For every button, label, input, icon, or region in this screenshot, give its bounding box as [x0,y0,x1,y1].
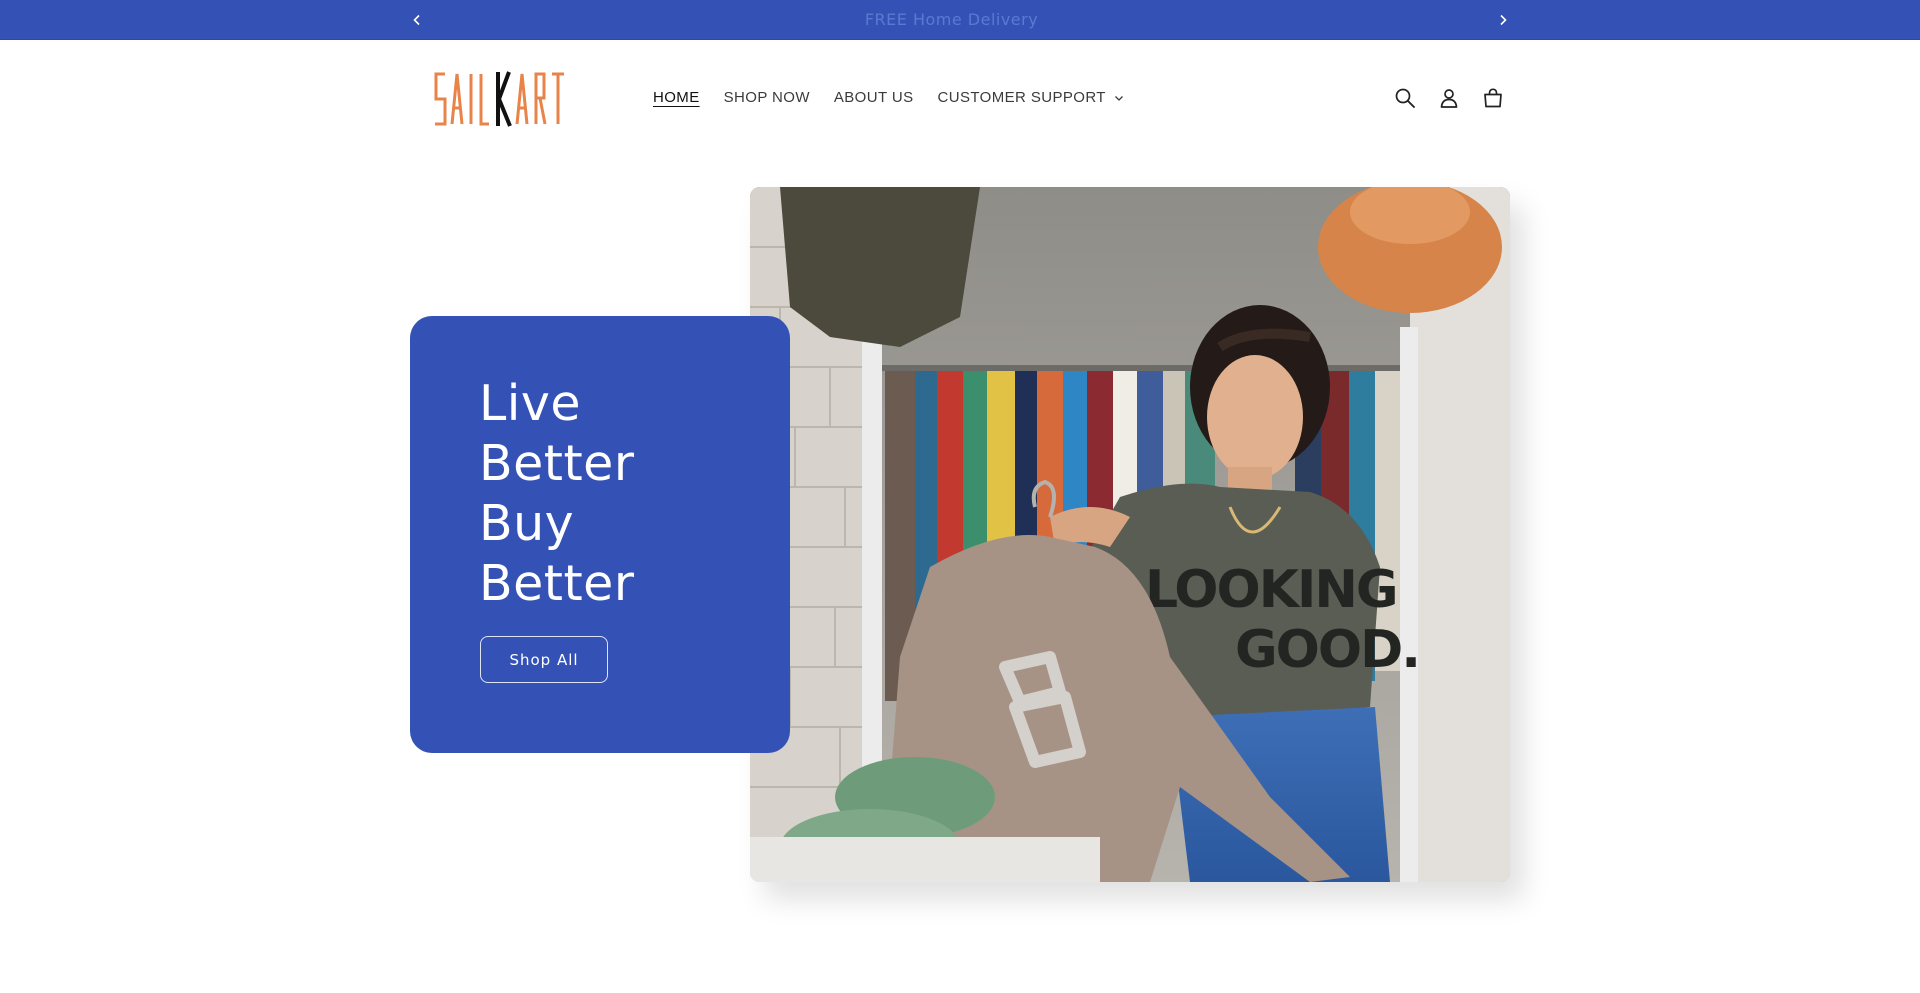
header-icons [1387,80,1519,116]
nav-item-shop-now[interactable]: SHOP NOW [712,86,822,110]
search-button[interactable] [1387,80,1423,116]
hero-title-line: Buy [479,495,575,552]
nav-item-customer-support[interactable]: CUSTOMER SUPPORT [925,86,1135,110]
shop-all-button[interactable]: Shop All [480,636,608,683]
hero-title-line: Better [479,555,635,612]
cart-button[interactable] [1475,80,1511,116]
hero-photo: LOOKING GOOD. [750,187,1510,882]
nav-item-label: ABOUT US [833,89,914,106]
chevron-down-icon [1114,96,1123,101]
hero-card: Live Better Buy Better Shop All [410,316,790,753]
nav-item-label: SHOP NOW [723,89,810,106]
shirt-text-line2: GOOD. [1235,620,1419,680]
chevron-right-icon [1500,14,1507,26]
main-nav: HOME SHOP NOW ABOUT US CUSTOMER SUPPORT [641,86,1136,110]
announcement-message: FREE Home Delivery [864,10,1039,29]
hero-title: Live Better Buy Better [479,374,769,614]
nav-item-label: HOME [653,89,700,106]
shirt-text-line1: LOOKING [1145,560,1397,620]
hero-image: LOOKING GOOD. [750,187,1510,882]
announcement-bar: FREE Home Delivery [0,0,1920,40]
sailkart-logo [434,71,564,127]
nav-item-home[interactable]: HOME [641,86,712,110]
account-icon [1440,89,1458,108]
announcement-prev-button[interactable] [403,0,431,40]
nav-item-about-us[interactable]: ABOUT US [822,86,926,110]
announcement-next-button[interactable] [1489,0,1517,40]
site-logo[interactable] [432,68,587,130]
hero-title-line: Better [479,435,635,492]
chevron-left-icon [413,14,420,26]
nav-item-label: CUSTOMER SUPPORT [937,89,1106,106]
search-icon [1395,88,1415,108]
account-button[interactable] [1431,80,1467,116]
cart-icon [1484,88,1502,108]
hero-title-line: Live [479,375,582,432]
site-header: HOME SHOP NOW ABOUT US CUSTOMER SUPPORT [0,40,1920,155]
